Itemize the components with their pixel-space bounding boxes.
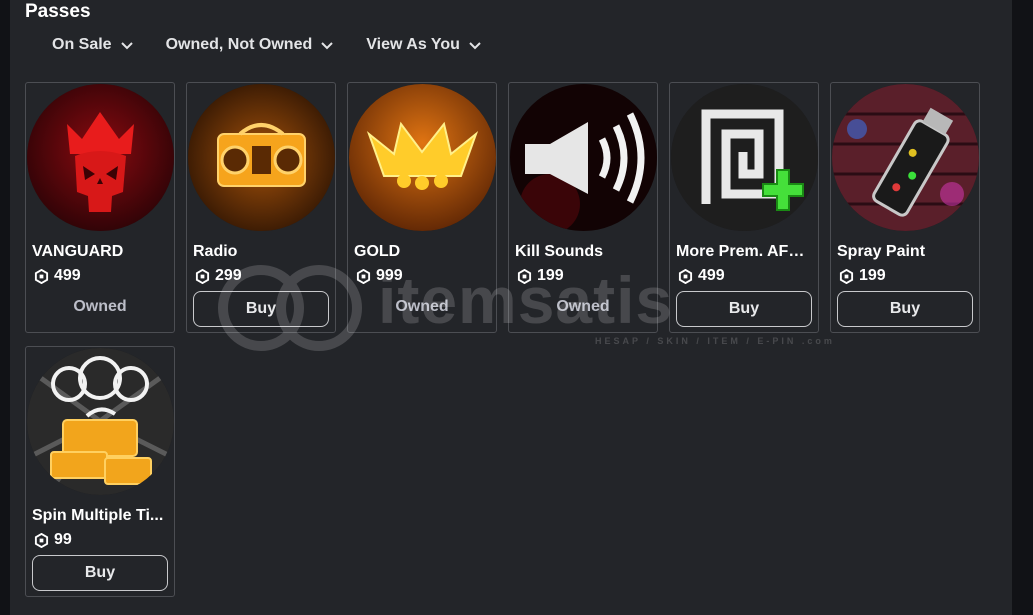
pass-price: 199 (517, 267, 564, 285)
section-title: Passes (25, 1, 91, 22)
pass-card-spin-multiple[interactable]: Spin Multiple Ti... 99 Buy (25, 346, 175, 597)
owned-label: Owned (73, 298, 127, 315)
robux-icon (356, 268, 371, 284)
pass-thumbnail[interactable] (349, 84, 496, 231)
filter-view-as[interactable]: View As You (366, 36, 482, 54)
pass-name: Kill Sounds (515, 243, 603, 260)
pass-card-gold[interactable]: GOLD 999 Owned (347, 82, 497, 333)
chevron-down-icon (469, 42, 481, 50)
buy-button[interactable]: Buy (676, 291, 812, 327)
pass-price: 499 (678, 267, 725, 285)
filter-label: On Sale (52, 36, 112, 53)
pass-thumbnail[interactable] (832, 84, 979, 231)
pass-thumbnail[interactable] (27, 348, 174, 495)
pass-card-radio[interactable]: Radio 299 Buy (186, 82, 336, 333)
owned-label: Owned (395, 298, 449, 315)
price-value: 199 (859, 267, 886, 284)
spin-wheels-chest-icon (27, 348, 174, 495)
spray-can-icon (832, 84, 979, 231)
pass-name: Spin Multiple Ti... (32, 507, 164, 524)
pass-price: 199 (839, 267, 886, 285)
pass-name: GOLD (354, 243, 401, 260)
red-skull-crown-icon (27, 84, 174, 231)
pass-price: 999 (356, 267, 403, 285)
premium-afk-plus-icon (671, 84, 818, 231)
pass-price: 499 (34, 267, 81, 285)
robux-icon (195, 268, 210, 284)
filter-bar: On Sale Owned, Not Owned View As You (52, 36, 482, 54)
pass-name: Spray Paint (837, 243, 926, 260)
pass-name: More Prem. AFK ... (676, 243, 814, 260)
buy-button[interactable]: Buy (193, 291, 329, 327)
price-value: 99 (54, 531, 72, 548)
pass-thumbnail[interactable] (671, 84, 818, 231)
filter-on-sale[interactable]: On Sale (52, 36, 134, 54)
pass-card-kill-sounds[interactable]: Kill Sounds 199 Owned (508, 82, 658, 333)
robux-icon (34, 268, 49, 284)
pass-card-vanguard[interactable]: VANGUARD 499 Owned (25, 82, 175, 333)
price-value: 499 (54, 267, 81, 284)
robux-icon (34, 532, 49, 548)
speaker-icon (510, 84, 657, 231)
filter-owned-status[interactable]: Owned, Not Owned (166, 36, 335, 54)
boombox-icon (188, 84, 335, 231)
pass-price: 99 (34, 531, 72, 549)
pass-name: VANGUARD (32, 243, 124, 260)
pass-name: Radio (193, 243, 238, 260)
price-value: 299 (215, 267, 242, 284)
buy-button[interactable]: Buy (32, 555, 168, 591)
price-value: 199 (537, 267, 564, 284)
pass-card-more-prem-afk[interactable]: More Prem. AFK ... 499 Buy (669, 82, 819, 333)
pass-price: 299 (195, 267, 242, 285)
price-value: 499 (698, 267, 725, 284)
robux-icon (678, 268, 693, 284)
robux-icon (517, 268, 532, 284)
owned-label: Owned (556, 298, 610, 315)
filter-label: Owned, Not Owned (165, 36, 313, 53)
passes-grid: VANGUARD 499 Owned Radio 299 Buy GOLD 99… (25, 82, 985, 597)
filter-label: View As You (366, 36, 460, 53)
gold-crown-icon (349, 84, 496, 231)
pass-thumbnail[interactable] (188, 84, 335, 231)
pass-thumbnail[interactable] (510, 84, 657, 231)
pass-card-spray-paint[interactable]: Spray Paint 199 Buy (830, 82, 980, 333)
chevron-down-icon (321, 42, 333, 50)
chevron-down-icon (120, 42, 133, 50)
buy-button[interactable]: Buy (837, 291, 973, 327)
pass-thumbnail[interactable] (27, 84, 174, 231)
price-value: 999 (376, 267, 403, 284)
robux-icon (839, 268, 854, 284)
